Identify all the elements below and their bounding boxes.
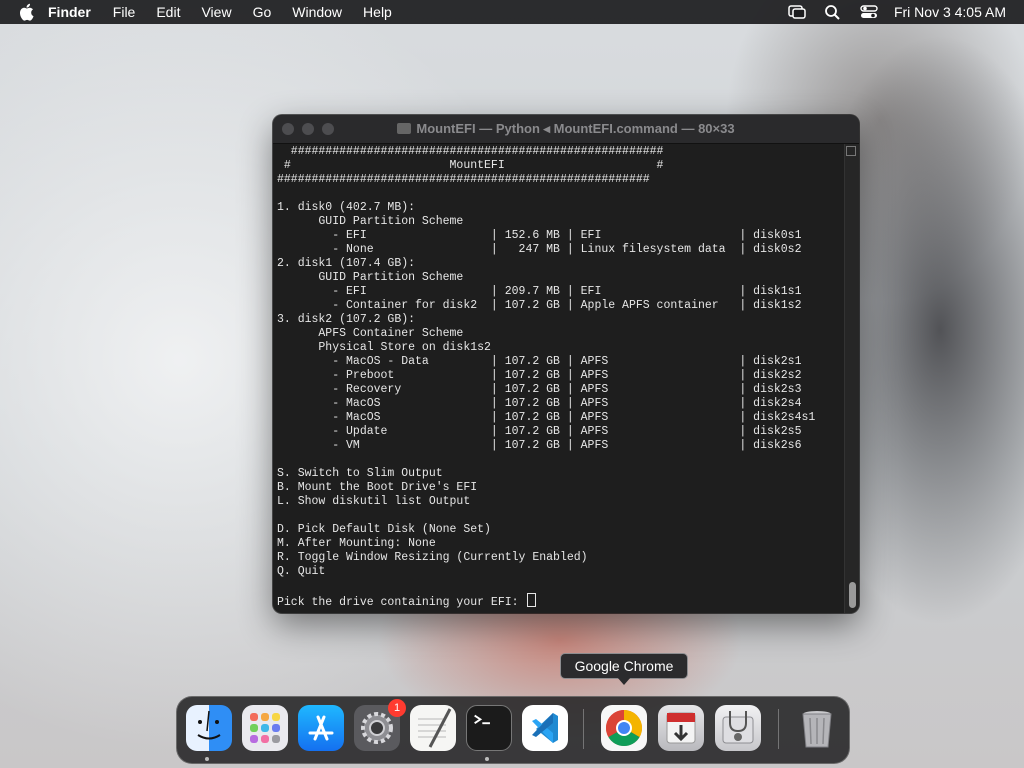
terminal-line: B. Mount the Boot Drive's EFI xyxy=(277,481,478,494)
terminal-icon[interactable] xyxy=(466,705,512,751)
system-settings-icon[interactable]: 1 xyxy=(354,699,406,751)
notepad-pen-icon xyxy=(418,708,452,748)
window-title-text: MountEFI — Python ◂ MountEFI.command — 8… xyxy=(416,121,735,136)
textedit-icon[interactable] xyxy=(410,705,456,751)
terminal-window: MountEFI — Python ◂ MountEFI.command — 8… xyxy=(273,115,859,613)
menu-bar-extras: Fri Nov 3 4:05 AM xyxy=(770,0,1006,24)
menu-view[interactable]: View xyxy=(201,4,231,20)
vscode-icon[interactable] xyxy=(522,705,568,751)
finder-running-indicator xyxy=(205,757,209,761)
terminal-line: S. Switch to Slim Output xyxy=(277,467,443,480)
menu-window[interactable]: Window xyxy=(292,4,342,20)
terminal-line: - None | 247 MB | Linux filesystem data … xyxy=(277,243,802,256)
menu-bar: Finder File Edit View Go Window Help Fri… xyxy=(0,0,1024,24)
terminal-line: APFS Container Scheme xyxy=(277,327,464,340)
terminal-line: - Recovery | 107.2 GB | APFS | disk2s3 xyxy=(277,383,802,396)
trash-icon[interactable] xyxy=(794,705,840,751)
trash-can-icon xyxy=(802,711,832,748)
menu-bar-clock[interactable]: Fri Nov 3 4:05 AM xyxy=(894,4,1006,20)
installer-box-icon xyxy=(666,712,696,744)
vscode-logo-icon xyxy=(532,713,558,743)
terminal-line: - MacOS | 107.2 GB | APFS | disk2s4 xyxy=(277,397,802,410)
terminal-line: - VM | 107.2 GB | APFS | disk2s6 xyxy=(277,439,802,452)
window-title: MountEFI — Python ◂ MountEFI.command — 8… xyxy=(273,115,859,143)
terminal-line: D. Pick Default Disk (None Set) xyxy=(277,523,491,536)
installer-icon[interactable] xyxy=(658,705,704,751)
terminal-line: 2. disk1 (107.4 GB): xyxy=(277,257,416,270)
terminal-line: - MacOS | 107.2 GB | APFS | disk2s4s1 xyxy=(277,411,816,424)
terminal-text: ########################################… xyxy=(277,144,845,610)
menu-app-finder[interactable]: Finder xyxy=(48,4,91,20)
dock-tooltip: Google Chrome xyxy=(560,653,688,679)
menu-file[interactable]: File xyxy=(113,4,136,20)
finder-face-icon xyxy=(197,710,221,740)
terminal-output[interactable]: ########################################… xyxy=(273,144,845,613)
terminal-line: M. After Mounting: None xyxy=(277,537,436,550)
finder-icon[interactable] xyxy=(186,705,232,751)
terminal-line: ########################################… xyxy=(277,173,650,186)
terminal-line: Physical Store on disk1s2 xyxy=(277,341,491,354)
terminal-running-indicator xyxy=(485,757,489,761)
terminal-scroll-thumb[interactable] xyxy=(849,582,856,608)
terminal-cursor[interactable] xyxy=(527,593,537,607)
tooltip-arrow xyxy=(617,677,631,685)
terminal-line: GUID Partition Scheme xyxy=(277,271,464,284)
terminal-line: - MacOS - Data | 107.2 GB | APFS | disk2… xyxy=(277,355,802,368)
screen-mirroring-icon[interactable] xyxy=(788,4,806,20)
terminal-line: 3. disk2 (107.2 GB): xyxy=(277,313,416,326)
window-titlebar[interactable]: MountEFI — Python ◂ MountEFI.command — 8… xyxy=(273,115,859,144)
dock-separator xyxy=(583,709,584,749)
terminal-line: # MountEFI # xyxy=(277,159,664,172)
app-store-a-icon xyxy=(308,715,334,741)
disk-utility-icon[interactable] xyxy=(715,705,761,751)
terminal-scrollbar[interactable] xyxy=(844,144,859,613)
stethoscope-icon xyxy=(722,711,754,744)
terminal-line: ########################################… xyxy=(277,145,664,158)
spotlight-search-icon[interactable] xyxy=(824,4,842,20)
terminal-line: - EFI | 152.6 MB | EFI | disk0s1 xyxy=(277,229,802,242)
notification-badge: 1 xyxy=(388,699,406,717)
chrome-icon[interactable] xyxy=(601,705,647,751)
dock: 1 xyxy=(176,696,850,764)
terminal-line: - Preboot | 107.2 GB | APFS | disk2s2 xyxy=(277,369,802,382)
dock-separator-trash xyxy=(778,709,779,749)
launchpad-grid-icon xyxy=(250,713,280,743)
terminal-prompt: Pick the drive containing your EFI: xyxy=(277,596,526,609)
terminal-line: R. Toggle Window Resizing (Currently Ena… xyxy=(277,551,588,564)
folder-icon xyxy=(397,123,412,134)
terminal-line: L. Show diskutil list Output xyxy=(277,495,471,508)
control-center-icon[interactable] xyxy=(860,4,878,20)
apple-menu-icon[interactable] xyxy=(18,3,34,21)
terminal-line: - Container for disk2 | 107.2 GB | Apple… xyxy=(277,299,802,312)
chrome-logo-icon xyxy=(605,710,643,747)
terminal-line: GUID Partition Scheme xyxy=(277,215,464,228)
menu-edit[interactable]: Edit xyxy=(156,4,180,20)
terminal-prompt-icon xyxy=(474,714,490,725)
menu-go[interactable]: Go xyxy=(253,4,272,20)
menu-help[interactable]: Help xyxy=(363,4,392,20)
terminal-line: - EFI | 209.7 MB | EFI | disk1s1 xyxy=(277,285,802,298)
terminal-line: - Update | 107.2 GB | APFS | disk2s5 xyxy=(277,425,802,438)
app-store-icon[interactable] xyxy=(298,705,344,751)
terminal-line: Q. Quit xyxy=(277,565,326,578)
terminal-line: 1. disk0 (402.7 MB): xyxy=(277,201,416,214)
launchpad-icon[interactable] xyxy=(242,705,288,751)
scroll-marker-icon xyxy=(846,146,856,156)
